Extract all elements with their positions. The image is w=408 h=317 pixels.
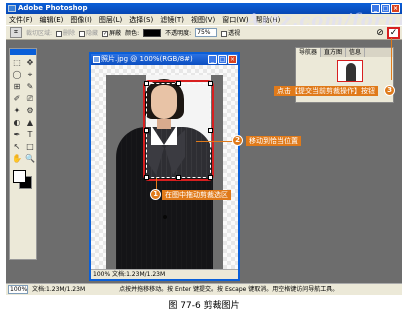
app-title: Adobe Photoshop <box>18 4 88 12</box>
hide-radio[interactable] <box>79 30 86 37</box>
lasso-tool-icon[interactable]: ◯ <box>11 69 23 80</box>
tab-info[interactable]: 信息 <box>346 48 366 57</box>
document-title: 照片.jpg @ 100%(RGB/8#) <box>101 55 193 63</box>
navigator-tabs: 导航器 直方图 信息 <box>296 48 393 57</box>
document-icon <box>93 56 100 63</box>
crop-handle-bottom[interactable] <box>176 175 181 180</box>
perspective-option[interactable]: 透视 <box>221 28 240 37</box>
callout-3-badge: 3 <box>384 85 395 96</box>
menu-image[interactable]: 图像(I) <box>70 15 92 25</box>
navigator-thumbnail[interactable] <box>337 60 363 82</box>
menu-select[interactable]: 选择(S) <box>129 15 153 25</box>
shape-tool-icon[interactable]: □ <box>24 141 36 152</box>
perspective-checkbox[interactable] <box>221 30 228 37</box>
status-hint: 点按并拖移移动。按 Enter 键提交。按 Escape 键取消。用空格键访问导… <box>119 286 339 293</box>
magic-wand-tool-icon[interactable]: ⌖ <box>24 69 36 80</box>
type-tool-icon[interactable]: T <box>24 129 36 140</box>
hide-label: 隐藏 <box>86 30 99 37</box>
doc-size-readout: 文档:1.23M/1.23M <box>32 286 86 293</box>
foreground-color[interactable] <box>13 170 26 183</box>
shield-option[interactable]: ✓ 屏蔽 <box>102 28 121 37</box>
opacity-label: 不透明度: <box>165 30 192 37</box>
shield-color-swatch[interactable] <box>143 28 162 37</box>
crop-handle-bottom-right[interactable] <box>208 175 213 180</box>
crop-handle-top-right[interactable] <box>208 81 213 86</box>
menu-view[interactable]: 视图(V) <box>191 15 215 25</box>
opacity-input[interactable]: 75% <box>195 28 218 37</box>
gradient-tool-icon[interactable]: ▲ <box>24 117 36 128</box>
document-window: 照片.jpg @ 100%(RGB/8#) _ □ × 100% 文档:1.23… <box>89 52 240 281</box>
toolbox: ⬚ ✥ ◯ ⌖ ⊞ ✎ ✐ ⎚ ✦ ⚙ ◐ ▲ ✒ T ↖ □ ✋ 🔍 <box>9 48 37 260</box>
delete-label: 删除 <box>63 30 76 37</box>
doc-minimize-button[interactable]: _ <box>208 55 217 64</box>
hand-tool-icon[interactable]: ✋ <box>11 153 23 164</box>
shield-checkbox[interactable]: ✓ <box>102 30 109 37</box>
doc-close-button[interactable]: × <box>228 55 237 64</box>
crop-handle-right[interactable] <box>208 128 213 133</box>
brush-tool-icon[interactable]: ⎚ <box>24 93 36 104</box>
doc-maximize-button[interactable]: □ <box>218 55 227 64</box>
healing-brush-tool-icon[interactable]: ✐ <box>11 93 23 104</box>
tab-navigator[interactable]: 导航器 <box>296 48 322 57</box>
crop-shield-left <box>106 75 146 178</box>
eraser-tool-icon[interactable]: ◐ <box>11 117 23 128</box>
crop-handle-left[interactable] <box>144 128 149 133</box>
move-tool-icon[interactable]: ✥ <box>24 57 36 68</box>
callout-2-badge: 2 <box>232 135 243 146</box>
menu-window[interactable]: 窗口(W) <box>222 15 248 25</box>
callout-2-leader <box>196 141 234 142</box>
color-label: 颜色: <box>125 30 140 37</box>
tool-grid: ⬚ ✥ ◯ ⌖ ⊞ ✎ ✐ ⎚ ✦ ⚙ ◐ ▲ ✒ T ↖ □ ✋ 🔍 <box>10 55 36 166</box>
callout-3-text: 点击【提交当前剪裁操作】按钮 <box>274 86 378 96</box>
crop-area-label: 裁切区域: <box>26 30 53 37</box>
photoshop-screen: Adobe Photoshop _ □ × 文件(F) 编辑(E) 图像(I) … <box>6 3 402 295</box>
thumbnail-person <box>346 63 356 81</box>
callout-1-badge: 1 <box>150 189 161 200</box>
portrait-photo <box>106 75 223 270</box>
figure-caption: 图 77-6 剪裁图片 <box>168 301 240 311</box>
menu-edit[interactable]: 编辑(E) <box>40 15 64 25</box>
menu-layer[interactable]: 图层(L) <box>99 15 122 25</box>
clone-stamp-tool-icon[interactable]: ✦ <box>11 105 23 116</box>
history-brush-tool-icon[interactable]: ⚙ <box>24 105 36 116</box>
crop-tool-icon[interactable]: ⊞ <box>11 81 23 92</box>
callout-3-leader <box>391 38 392 80</box>
crop-handle-top-left[interactable] <box>144 81 149 86</box>
menu-file[interactable]: 文件(F) <box>9 15 33 25</box>
perspective-label: 透视 <box>228 30 241 37</box>
callout-2-text: 移动到恰当位置 <box>246 136 301 146</box>
document-window-controls: _ □ × <box>208 55 237 64</box>
path-selection-tool-icon[interactable]: ↖ <box>11 141 23 152</box>
document-title-bar[interactable]: 照片.jpg @ 100%(RGB/8#) _ □ × <box>91 54 238 65</box>
crop-selection[interactable] <box>144 81 213 180</box>
hide-option[interactable]: 隐藏 <box>79 28 98 37</box>
commit-crop-button[interactable]: ✓ <box>387 27 400 39</box>
crop-handle-top[interactable] <box>176 81 181 86</box>
document-canvas[interactable] <box>91 65 238 270</box>
app-status-bar: 100% 文档:1.23M/1.23M 点按并拖移移动。按 Enter 键提交。… <box>6 283 402 295</box>
options-bar: ⌗ 裁切区域: 删除 隐藏 ✓ 屏蔽 颜色: 不透明度: 75% 透视 ⊘ ✓ <box>6 25 402 40</box>
cancel-crop-button[interactable]: ⊘ <box>375 28 385 38</box>
slice-tool-icon[interactable]: ✎ <box>24 81 36 92</box>
delete-option[interactable]: 删除 <box>56 28 75 37</box>
callout-1-text: 在图中拖动剪裁选区 <box>162 190 231 200</box>
zoom-tool-icon[interactable]: 🔍 <box>24 153 36 164</box>
shield-label: 屏蔽 <box>109 30 122 37</box>
pen-tool-icon[interactable]: ✒ <box>11 129 23 140</box>
delete-radio[interactable] <box>56 30 63 37</box>
color-swatches <box>11 168 35 192</box>
document-status: 100% 文档:1.23M/1.23M <box>91 269 238 279</box>
photoshop-logo-icon <box>8 5 16 12</box>
crop-tool-preset-icon[interactable]: ⌗ <box>10 27 22 38</box>
crop-handle-bottom-left[interactable] <box>144 175 149 180</box>
tab-histogram[interactable]: 直方图 <box>321 48 347 57</box>
zoom-level-field[interactable]: 100% <box>8 285 28 294</box>
menu-filter[interactable]: 滤镜(T) <box>160 15 184 25</box>
marquee-tool-icon[interactable]: ⬚ <box>11 57 23 68</box>
